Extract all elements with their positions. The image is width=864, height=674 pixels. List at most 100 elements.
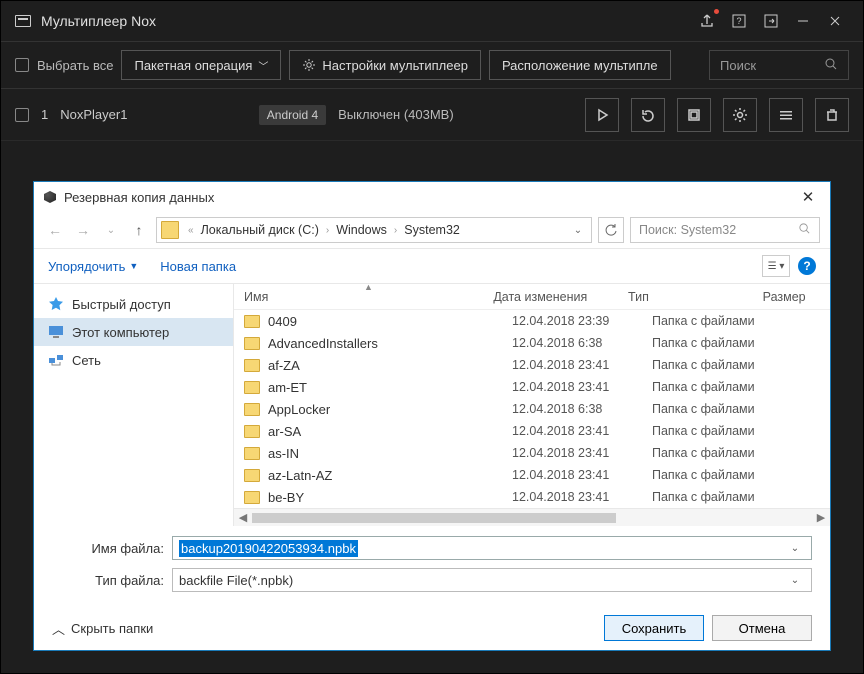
filetype-select[interactable]: backfile File(*.npbk) ⌄ xyxy=(172,568,812,592)
column-headers: ▲ Имя Дата изменения Тип Размер xyxy=(234,284,830,310)
hide-folders-toggle[interactable]: ︿ Скрыть папки xyxy=(52,619,153,638)
nav-sidebar: Быстрый доступ Этот компьютер Сеть xyxy=(34,284,234,526)
sidebar-item-this-pc[interactable]: Этот компьютер xyxy=(34,318,233,346)
col-size[interactable]: Размер xyxy=(753,290,830,304)
instance-checkbox[interactable] xyxy=(15,108,29,122)
filetype-label: Тип файла: xyxy=(74,573,164,588)
search-icon xyxy=(824,57,838,74)
file-row[interactable]: ar-SA12.04.2018 23:41Папка с файлами xyxy=(234,420,830,442)
dialog-close-button[interactable]: ✕ xyxy=(796,185,820,209)
sidebar-item-quick-access[interactable]: Быстрый доступ xyxy=(34,290,233,318)
col-date[interactable]: Дата изменения xyxy=(483,290,618,304)
filename-fields: Имя файла: backup20190422053934.npbk ⌄ Т… xyxy=(34,526,830,606)
file-row[interactable]: am-ET12.04.2018 23:41Папка с файлами xyxy=(234,376,830,398)
gear-icon xyxy=(302,58,316,72)
main-toolbar: Выбрать все Пакетная операция﹀ Настройки… xyxy=(1,41,863,89)
folder-icon xyxy=(244,491,260,504)
file-row[interactable]: be-BY12.04.2018 23:41Папка с файлами xyxy=(234,486,830,508)
file-row[interactable]: as-IN12.04.2018 23:41Папка с файлами xyxy=(234,442,830,464)
col-name[interactable]: Имя xyxy=(234,290,483,304)
multiplayer-settings-button[interactable]: Настройки мультиплеер xyxy=(289,50,481,80)
instance-index: 1 xyxy=(41,107,48,122)
breadcrumb-1[interactable]: Windows xyxy=(334,223,389,237)
search-icon xyxy=(798,222,811,238)
organize-row: Упорядочить▼ Новая папка ☰ ▾ ? xyxy=(34,248,830,284)
import-icon[interactable] xyxy=(757,7,785,35)
app-title: Мультиплеер Nox xyxy=(41,13,156,29)
folder-icon xyxy=(244,337,260,350)
new-folder-button[interactable]: Новая папка xyxy=(160,259,236,274)
close-button[interactable] xyxy=(821,7,849,35)
chevron-up-icon: ︿ xyxy=(52,619,65,638)
dialog-icon xyxy=(44,191,56,203)
file-row[interactable]: az-Latn-AZ12.04.2018 23:41Папка с файлам… xyxy=(234,464,830,486)
col-type[interactable]: Тип xyxy=(618,290,753,304)
star-icon xyxy=(48,296,64,312)
nav-forward-button[interactable]: → xyxy=(72,219,94,241)
cancel-button[interactable]: Отмена xyxy=(712,615,812,641)
nav-recent-button[interactable]: ⌄ xyxy=(100,219,122,241)
instance-name: NoxPlayer1 xyxy=(60,107,127,122)
folder-icon xyxy=(244,359,260,372)
help-icon[interactable]: ? xyxy=(798,257,816,275)
file-row[interactable]: af-ZA12.04.2018 23:41Папка с файлами xyxy=(234,354,830,376)
backup-button[interactable] xyxy=(677,98,711,132)
dialog-title: Резервная копия данных xyxy=(64,190,214,205)
scroll-right[interactable]: ▶ xyxy=(812,511,830,524)
select-all-checkbox[interactable]: Выбрать все xyxy=(15,58,113,73)
instance-row: 1 NoxPlayer1 Android 4 Выключен (403MB) xyxy=(1,89,863,141)
file-list[interactable]: 040912.04.2018 23:39Папка с файламиAdvan… xyxy=(234,310,830,508)
save-dialog: Резервная копия данных ✕ ← → ⌄ ↑ « Локал… xyxy=(33,181,831,651)
file-area: ▲ Имя Дата изменения Тип Размер 040912.0… xyxy=(234,284,830,526)
address-bar[interactable]: « Локальный диск (C:) › Windows › System… xyxy=(156,217,592,243)
pc-icon xyxy=(48,324,64,340)
filename-label: Имя файла: xyxy=(74,541,164,556)
folder-icon xyxy=(244,315,260,328)
drive-icon xyxy=(161,221,179,239)
restore-button[interactable] xyxy=(631,98,665,132)
folder-icon xyxy=(244,469,260,482)
nav-up-button[interactable]: ↑ xyxy=(128,219,150,241)
breadcrumb-2[interactable]: System32 xyxy=(402,223,462,237)
android-badge: Android 4 xyxy=(259,105,326,125)
app-icon xyxy=(15,15,31,27)
dialog-footer: ︿ Скрыть папки Сохранить Отмена xyxy=(34,606,830,650)
app-window: Мультиплеер Nox ? Выбрать все Пакетная о… xyxy=(0,0,864,674)
dialog-titlebar: Резервная копия данных ✕ xyxy=(34,182,830,212)
folder-icon xyxy=(244,403,260,416)
batch-operation-button[interactable]: Пакетная операция﹀ xyxy=(121,50,281,80)
nav-back-button[interactable]: ← xyxy=(44,219,66,241)
settings-button[interactable] xyxy=(723,98,757,132)
select-all-label: Выбрать все xyxy=(37,58,113,73)
dialog-body: Быстрый доступ Этот компьютер Сеть ▲ Имя… xyxy=(34,284,830,526)
file-row[interactable]: AppLocker12.04.2018 6:38Папка с файлами xyxy=(234,398,830,420)
scroll-left[interactable]: ◀ xyxy=(234,511,252,524)
delete-button[interactable] xyxy=(815,98,849,132)
share-icon[interactable] xyxy=(693,7,721,35)
file-row[interactable]: AdvancedInstallers12.04.2018 6:38Папка с… xyxy=(234,332,830,354)
minimize-button[interactable] xyxy=(789,7,817,35)
help-icon[interactable]: ? xyxy=(725,7,753,35)
refresh-button[interactable] xyxy=(598,217,624,243)
filename-input[interactable]: backup20190422053934.npbk ⌄ xyxy=(172,536,812,560)
address-row: ← → ⌄ ↑ « Локальный диск (C:) › Windows … xyxy=(34,212,830,248)
sidebar-item-network[interactable]: Сеть xyxy=(34,346,233,374)
view-mode-button[interactable]: ☰ ▾ xyxy=(762,255,790,277)
dialog-search-input[interactable]: Поиск: System32 xyxy=(630,217,820,243)
folder-icon xyxy=(244,447,260,460)
play-button[interactable] xyxy=(585,98,619,132)
more-button[interactable] xyxy=(769,98,803,132)
breadcrumb-root[interactable]: Локальный диск (C:) xyxy=(199,223,321,237)
folder-icon xyxy=(244,425,260,438)
search-input[interactable]: Поиск xyxy=(709,50,849,80)
organize-button[interactable]: Упорядочить▼ xyxy=(48,259,138,274)
file-row[interactable]: 040912.04.2018 23:39Папка с файлами xyxy=(234,310,830,332)
address-dropdown[interactable]: ⌄ xyxy=(569,225,587,236)
titlebar: Мультиплеер Nox ? xyxy=(1,1,863,41)
filename-dropdown[interactable]: ⌄ xyxy=(785,543,805,554)
save-button[interactable]: Сохранить xyxy=(604,615,704,641)
instance-status: Выключен (403MB) xyxy=(338,107,454,122)
horizontal-scrollbar[interactable]: ◀ ▶ xyxy=(234,508,830,526)
filetype-dropdown[interactable]: ⌄ xyxy=(785,575,805,586)
multiplayer-location-button[interactable]: Расположение мультипле xyxy=(489,50,671,80)
